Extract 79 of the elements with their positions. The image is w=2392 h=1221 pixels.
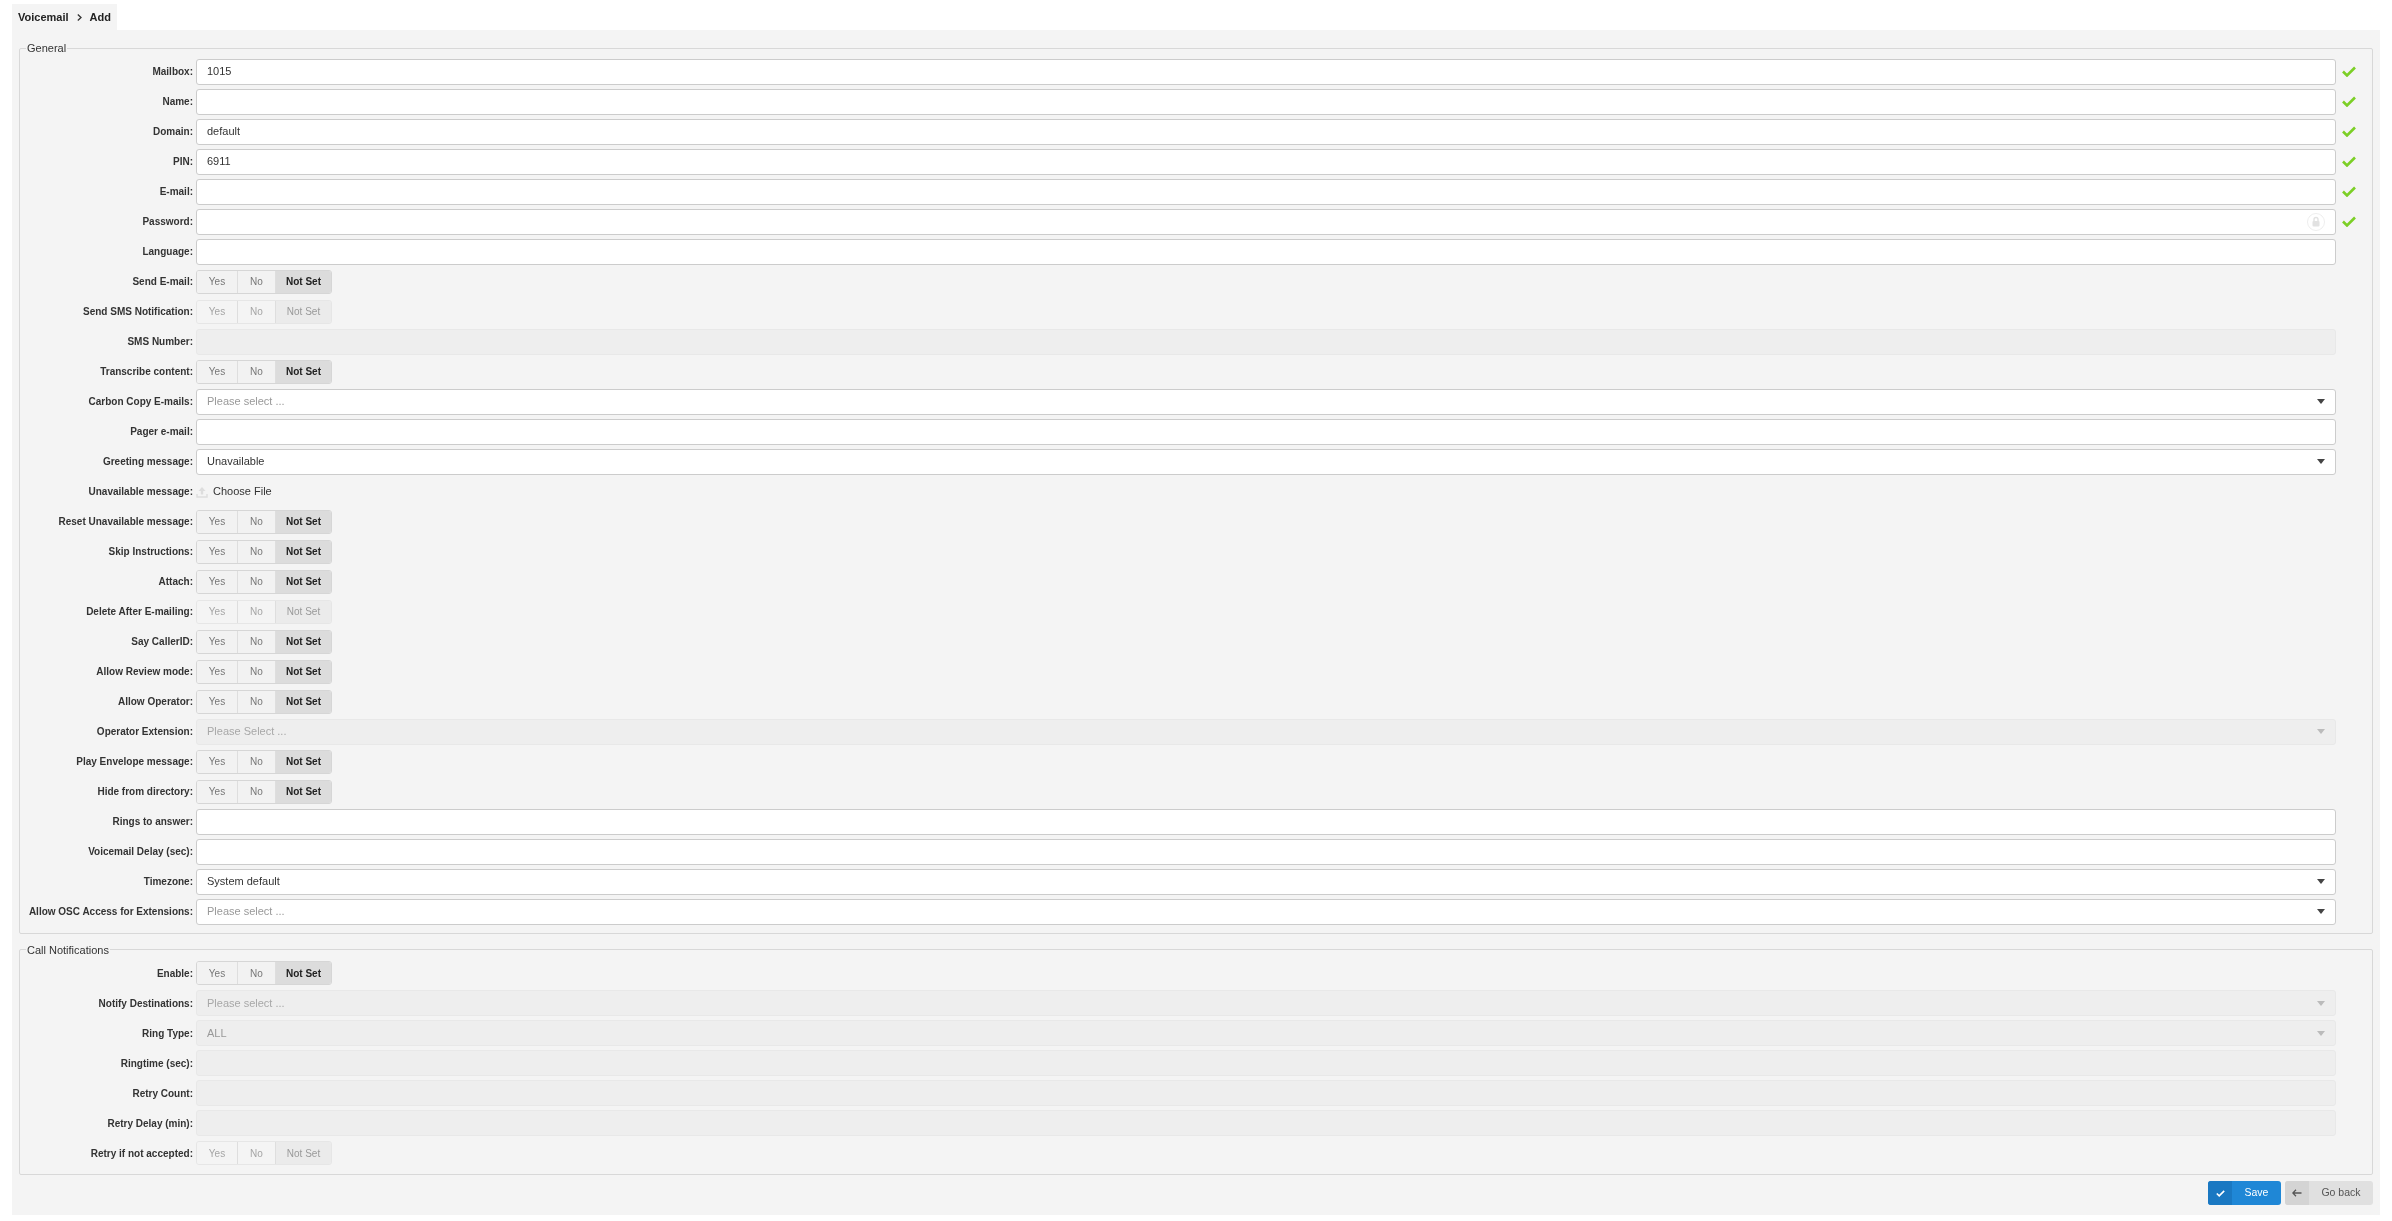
field-label: Rings to answer: [111,815,194,829]
check-icon [2215,1189,2225,1197]
select-field[interactable]: System default [196,868,2336,895]
toggle-option[interactable]: Not Set [275,962,331,984]
breadcrumb-link[interactable]: Voicemail [18,8,69,26]
field-label: Transcribe content: [99,365,194,379]
toggle-option[interactable]: Not Set [275,750,331,773]
field-label: Ringtime (sec): [119,1056,194,1071]
caret-icon [2317,909,2325,914]
field-label: Send SMS Notification: [82,305,194,319]
lock-icon [2307,212,2325,231]
toggle-option[interactable]: Not Set [275,630,331,653]
input-field[interactable] [196,418,2336,445]
caret-icon [2317,1030,2325,1036]
field-label: Ring Type: [141,1026,194,1041]
chevron-icon [76,13,82,21]
field-label: Attach: [157,575,194,589]
field-label: Pager e-mail: [129,425,194,439]
field-label: Language: [141,245,194,259]
toggle-option[interactable]: Not Set [275,780,331,803]
field-label: Enable: [155,966,194,981]
field-label: Greeting message: [101,455,194,469]
toggle-option[interactable]: Not Set [275,690,331,713]
field-label: Notify Destinations: [97,996,194,1011]
caret-icon [2317,459,2325,464]
caret-icon [2317,1000,2325,1006]
toggle-option[interactable]: Not Set [275,540,331,563]
input-field[interactable] [196,88,2336,115]
field-label: Name: [161,95,194,109]
field-label: Domain: [152,125,194,139]
toggle-option[interactable]: Not Set [275,660,331,683]
password-field[interactable] [196,208,2336,235]
field-label: Allow Review mode: [95,665,194,679]
toggle-option[interactable]: Not Set [275,510,331,533]
select-field[interactable]: Please select ... [196,898,2336,925]
toggle-option[interactable]: Not Set [275,570,331,593]
save-button[interactable]: Save [2208,1181,2281,1205]
field-label: Retry if not accepted: [89,1146,194,1161]
caret-icon [2317,879,2325,884]
field-label: E-mail: [158,185,194,199]
input-field[interactable] [196,178,2336,205]
input-field[interactable]: 6911 [196,148,2336,175]
field-label: Reset Unavailable message: [57,515,194,529]
field-label: Retry Count: [131,1086,194,1101]
arrow-left-icon [2292,1189,2302,1197]
field-label: Operator Extension: [95,725,194,739]
go-back-button[interactable]: Go back [2285,1181,2373,1205]
toggle-option[interactable]: Not Set [275,360,331,383]
caret-icon [2317,399,2325,404]
field-label: SMS Number: [126,335,194,349]
field-label: PIN: [172,155,194,169]
field-label: Delete After E-mailing: [85,605,194,619]
field-label: Mailbox: [151,65,194,79]
caret-icon [2317,729,2325,734]
select-field[interactable]: Please select ... [196,388,2336,415]
field-label: Hide from directory: [96,785,194,799]
field-label: Send E-mail: [131,275,194,289]
field-label: Unavailable message: [87,485,194,499]
select-field[interactable]: Unavailable [196,448,2336,475]
field-label: Skip Instructions: [107,545,194,559]
field-label: Retry Delay (min): [106,1116,194,1131]
input-field[interactable]: default [196,118,2336,145]
input-field[interactable] [196,808,2336,835]
field-label: Password: [141,215,194,229]
field-label: Say CallerID: [130,635,194,649]
toggle-option[interactable]: Not Set [275,270,331,293]
input-field[interactable] [196,838,2336,865]
breadcrumb-current: Add [89,9,111,25]
choose-file-button[interactable]: Choose File [196,479,272,504]
field-label: Allow Operator: [117,695,194,709]
section-legend: Call Notifications [26,941,110,958]
section-legend: General [26,40,68,57]
field-label: Carbon Copy E-mails: [87,395,194,409]
input-field[interactable]: 1015 [196,58,2336,85]
field-label: Allow OSC Access for Extensions: [27,905,194,919]
field-label: Play Envelope message: [75,755,194,769]
input-field[interactable] [196,238,2336,265]
field-label: Timezone: [142,875,194,889]
field-label: Voicemail Delay (sec): [87,845,194,859]
